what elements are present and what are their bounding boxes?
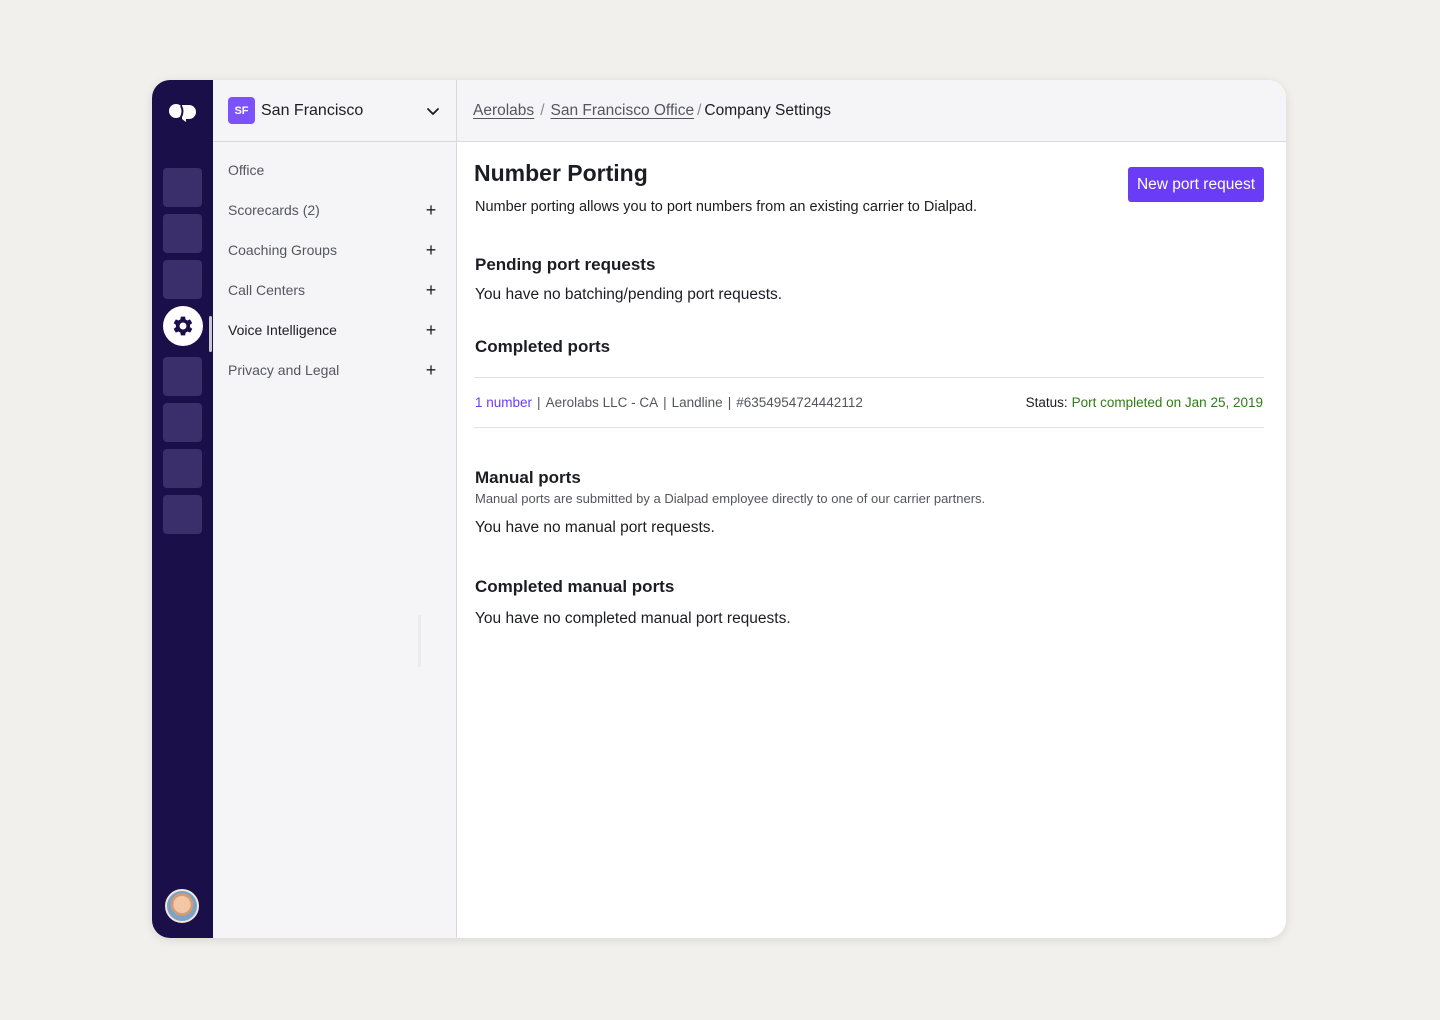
settings-button[interactable] <box>163 306 203 346</box>
status-label: Status: <box>1025 395 1068 410</box>
breadcrumb-current: Company Settings <box>704 101 832 119</box>
sidebar-item-label: Scorecards (2) <box>228 202 320 218</box>
status-badge: Port completed on Jan 25, 2019 <box>1071 395 1263 410</box>
breadcrumb: Aerolabs / San Francisco Office / Compan… <box>457 80 1286 142</box>
port-status: Status: Port completed on Jan 25, 2019 <box>1026 395 1263 410</box>
rail-nav-button[interactable] <box>163 260 202 299</box>
manual-section-subtitle: Manual ports are submitted by a Dialpad … <box>475 491 986 506</box>
sidebar-item-coaching-groups[interactable]: Coaching Groups + <box>213 230 456 270</box>
sidebar-item-label: Privacy and Legal <box>228 362 340 378</box>
plus-icon[interactable]: + <box>421 361 441 379</box>
office-switcher[interactable]: SF San Francisco <box>213 80 456 142</box>
sidebar-nav: Office Scorecards (2) + Coaching Groups … <box>209 142 456 390</box>
office-name: San Francisco <box>261 101 364 119</box>
dialpad-logo-icon[interactable] <box>168 102 196 122</box>
user-avatar[interactable] <box>165 889 199 923</box>
rail-nav-button[interactable] <box>163 449 202 488</box>
completed-manual-empty-text: You have no completed manual port reques… <box>475 610 791 627</box>
sidebar-item-call-centers[interactable]: Call Centers + <box>213 270 456 310</box>
port-id: #6354954724442112 <box>736 395 863 410</box>
table-row: 1 number | Aerolabs LLC - CA | Landline | #635… <box>474 377 1264 428</box>
plus-icon[interactable]: + <box>421 241 441 259</box>
rail-nav-button[interactable] <box>163 357 202 396</box>
app-window: SF San Francisco Office Scorecards (2) +… <box>152 80 1286 938</box>
plus-icon[interactable]: + <box>421 321 441 339</box>
port-company: Aerolabs LLC - CA <box>545 395 659 410</box>
rail-nav-button[interactable] <box>163 403 202 442</box>
pending-section-title: Pending port requests <box>475 255 656 274</box>
chevron-down-icon <box>427 107 439 115</box>
plus-icon[interactable]: + <box>421 201 441 219</box>
breadcrumb-separator: / <box>540 101 545 119</box>
completed-section-title: Completed ports <box>475 337 611 356</box>
settings-sidebar: SF San Francisco Office Scorecards (2) +… <box>209 80 457 938</box>
rail-nav-button[interactable] <box>163 214 202 253</box>
gear-icon <box>173 316 193 336</box>
manual-section-title: Manual ports <box>475 468 581 487</box>
main-panel: Aerolabs / San Francisco Office / Compan… <box>457 80 1286 938</box>
breadcrumb-link-office[interactable]: San Francisco Office <box>551 102 695 120</box>
pending-empty-text: You have no batching/pending port reques… <box>475 286 783 303</box>
breadcrumb-separator: / <box>697 101 702 119</box>
sidebar-item-scorecards[interactable]: Scorecards (2) + <box>213 190 456 230</box>
sidebar-item-label: Office <box>228 162 265 178</box>
rail-nav-button[interactable] <box>163 168 202 207</box>
sidebar-item-privacy-legal[interactable]: Privacy and Legal + <box>213 350 456 390</box>
sidebar-item-label: Voice Intelligence <box>228 322 337 338</box>
new-port-request-button[interactable]: New port request <box>1127 167 1264 202</box>
port-type: Landline <box>671 395 723 410</box>
rail-nav-button[interactable] <box>163 495 202 534</box>
sidebar-item-label: Coaching Groups <box>228 242 337 258</box>
port-number-link[interactable]: 1 number <box>475 395 532 410</box>
app-rail <box>152 80 213 938</box>
plus-icon[interactable]: + <box>421 281 441 299</box>
breadcrumb-link-aerolabs[interactable]: Aerolabs <box>473 102 534 120</box>
sidebar-item-office[interactable]: Office <box>213 150 456 190</box>
sidebar-item-label: Call Centers <box>228 282 306 298</box>
sidebar-scrollbar[interactable] <box>418 615 421 667</box>
port-details: 1 number | Aerolabs LLC - CA | Landline | #635… <box>475 395 863 410</box>
completed-manual-section-title: Completed manual ports <box>475 577 675 596</box>
manual-empty-text: You have no manual port requests. <box>475 519 715 536</box>
office-badge: SF <box>228 97 255 124</box>
sidebar-item-voice-intelligence[interactable]: Voice Intelligence + <box>209 310 456 352</box>
page-content: Number Porting New port request Number p… <box>457 142 1286 628</box>
